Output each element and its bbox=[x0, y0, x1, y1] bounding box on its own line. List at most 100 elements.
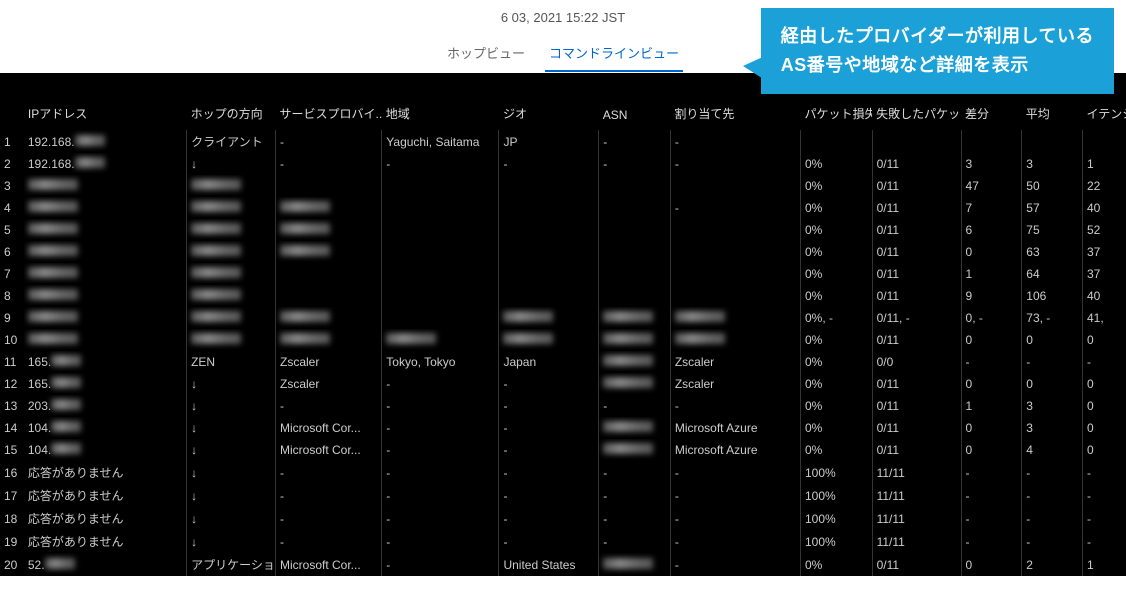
cell-failed: 11/11 bbox=[872, 484, 961, 507]
tab-hop-view[interactable]: ホップビュー bbox=[443, 37, 529, 72]
cell-ip bbox=[24, 329, 187, 351]
cell-direction bbox=[187, 329, 276, 351]
th-ip[interactable]: IPアドレス bbox=[24, 73, 187, 130]
cell-direction: ↓ bbox=[187, 461, 276, 484]
cell-idx: 6 bbox=[0, 241, 24, 263]
cell-provider bbox=[276, 307, 382, 329]
table-row[interactable]: 80%0/11910640 bbox=[0, 285, 1126, 307]
cell-alloc bbox=[670, 175, 800, 197]
cell-idx: 8 bbox=[0, 285, 24, 307]
cell-ip: 応答がありません bbox=[24, 484, 187, 507]
cell-loss: 0% bbox=[801, 241, 873, 263]
table-row[interactable]: 60%0/1106337 bbox=[0, 241, 1126, 263]
cell-geo bbox=[499, 197, 599, 219]
cell-failed: 0/11 bbox=[872, 329, 961, 351]
cell-provider: - bbox=[276, 395, 382, 417]
table-row[interactable]: 90%, -0/11, -0, -73, -41, bbox=[0, 307, 1126, 329]
cell-failed: 0/0 bbox=[872, 351, 961, 373]
cell-failed: 0/11 bbox=[872, 285, 961, 307]
cell-diff: 3 bbox=[961, 153, 1022, 175]
cell-idx: 18 bbox=[0, 507, 24, 530]
cell-ip: 192.168. bbox=[24, 153, 187, 175]
cell-region bbox=[382, 329, 499, 351]
cell-diff: - bbox=[961, 507, 1022, 530]
cell-diff: - bbox=[961, 351, 1022, 373]
table-row[interactable]: 18応答がありません↓-----100%11/11--- bbox=[0, 507, 1126, 530]
table-row[interactable]: 2052.アプリケーションMicrosoft Cor...-United Sta… bbox=[0, 553, 1126, 576]
cell-avg: 57 bbox=[1022, 197, 1083, 219]
cell-geo: United States bbox=[499, 553, 599, 576]
cell-direction: クライアント bbox=[187, 130, 276, 153]
table-row[interactable]: 12165.↓Zscaler--Zscaler0%0/11000 bbox=[0, 373, 1126, 395]
cell-latency: 1 bbox=[1083, 153, 1126, 175]
cell-region: - bbox=[382, 461, 499, 484]
table-row[interactable]: 2192.168.↓-----0%0/11331 bbox=[0, 153, 1126, 175]
cell-latency: - bbox=[1083, 484, 1126, 507]
cell-avg: 3 bbox=[1022, 417, 1083, 439]
cell-latency: 52 bbox=[1083, 219, 1126, 241]
cell-idx: 11 bbox=[0, 351, 24, 373]
table-row[interactable]: 4-0%0/1175740 bbox=[0, 197, 1126, 219]
cell-idx: 12 bbox=[0, 373, 24, 395]
cell-avg: 75 bbox=[1022, 219, 1083, 241]
cell-diff: 0 bbox=[961, 553, 1022, 576]
cell-loss: 0% bbox=[801, 439, 873, 461]
table-row[interactable]: 16応答がありません↓-----100%11/11--- bbox=[0, 461, 1126, 484]
cell-latency: 37 bbox=[1083, 263, 1126, 285]
cell-alloc bbox=[670, 307, 800, 329]
table-row[interactable]: 19応答がありません↓-----100%11/11--- bbox=[0, 530, 1126, 553]
cell-asn bbox=[599, 285, 671, 307]
cell-loss: 0% bbox=[801, 219, 873, 241]
cell-loss: 0% bbox=[801, 329, 873, 351]
cell-alloc: Zscaler bbox=[670, 351, 800, 373]
cell-idx: 14 bbox=[0, 417, 24, 439]
tab-commandline-view[interactable]: コマンドラインビュー bbox=[545, 37, 683, 72]
cell-loss: 0% bbox=[801, 373, 873, 395]
th-direction[interactable]: ホップの方向 bbox=[187, 73, 276, 130]
callout-line1: 経由したプロバイダーが利用している bbox=[781, 22, 1094, 51]
cell-ip bbox=[24, 197, 187, 219]
cell-direction: ↓ bbox=[187, 417, 276, 439]
cell-loss: 0% bbox=[801, 553, 873, 576]
cell-loss: 0%, - bbox=[801, 307, 873, 329]
th-geo[interactable]: ジオ bbox=[499, 73, 599, 130]
cell-loss: 0% bbox=[801, 285, 873, 307]
table-row[interactable]: 17応答がありません↓-----100%11/11--- bbox=[0, 484, 1126, 507]
cell-region: Yaguchi, Saitama bbox=[382, 130, 499, 153]
th-provider[interactable]: サービスプロバイ... bbox=[276, 73, 382, 130]
cell-failed: 11/11 bbox=[872, 507, 961, 530]
cell-alloc: - bbox=[670, 197, 800, 219]
cell-asn: - bbox=[599, 484, 671, 507]
table-row[interactable]: 70%0/1116437 bbox=[0, 263, 1126, 285]
cell-diff: - bbox=[961, 461, 1022, 484]
cell-alloc: - bbox=[670, 507, 800, 530]
cell-idx: 5 bbox=[0, 219, 24, 241]
cell-failed: 0/11 bbox=[872, 263, 961, 285]
table-row[interactable]: 50%0/1167552 bbox=[0, 219, 1126, 241]
cell-avg: 64 bbox=[1022, 263, 1083, 285]
cell-diff: 9 bbox=[961, 285, 1022, 307]
cell-idx: 9 bbox=[0, 307, 24, 329]
table-row[interactable]: 100%0/11000 bbox=[0, 329, 1126, 351]
table-row[interactable]: 13203.↓-----0%0/11130 bbox=[0, 395, 1126, 417]
cell-avg: 3 bbox=[1022, 395, 1083, 417]
cell-asn bbox=[599, 307, 671, 329]
cell-region: - bbox=[382, 395, 499, 417]
table-row[interactable]: 14104.↓Microsoft Cor...--Microsoft Azure… bbox=[0, 417, 1126, 439]
cell-latency: - bbox=[1083, 507, 1126, 530]
th-region[interactable]: 地域 bbox=[382, 73, 499, 130]
cell-diff: 0 bbox=[961, 417, 1022, 439]
table-row[interactable]: 11165.ZENZscalerTokyo, TokyoJapanZscaler… bbox=[0, 351, 1126, 373]
table-row[interactable]: 1192.168.クライアント-Yaguchi, SaitamaJP-- bbox=[0, 130, 1126, 153]
cell-alloc: - bbox=[670, 130, 800, 153]
cell-provider: - bbox=[276, 461, 382, 484]
table-row[interactable]: 30%0/11475022 bbox=[0, 175, 1126, 197]
cell-asn bbox=[599, 553, 671, 576]
cell-region: - bbox=[382, 553, 499, 576]
cell-region bbox=[382, 241, 499, 263]
th-asn[interactable]: ASN bbox=[599, 73, 671, 130]
cell-provider: - bbox=[276, 507, 382, 530]
cell-provider: Microsoft Cor... bbox=[276, 439, 382, 461]
table-row[interactable]: 15104.↓Microsoft Cor...--Microsoft Azure… bbox=[0, 439, 1126, 461]
cell-diff: 1 bbox=[961, 395, 1022, 417]
